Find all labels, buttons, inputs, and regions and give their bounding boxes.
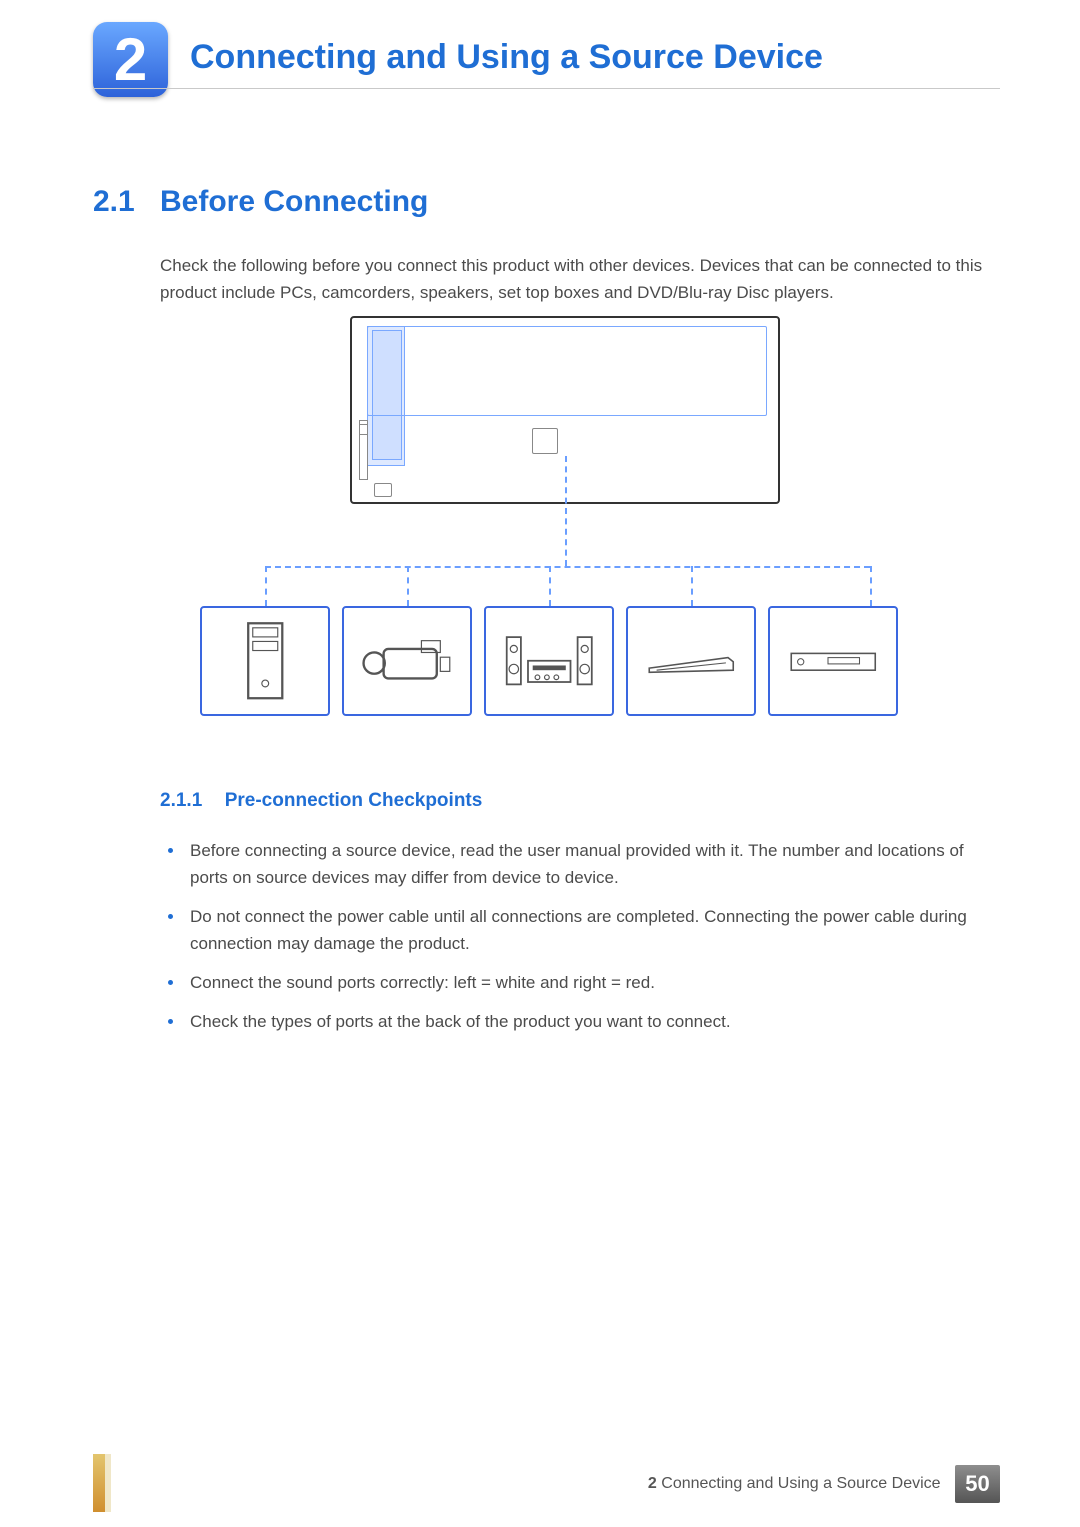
connector-line	[265, 566, 267, 606]
list-item: Check the types of ports at the back of …	[160, 1008, 985, 1035]
list-item: Connect the sound ports correctly: left …	[160, 969, 985, 996]
settop-icon	[644, 621, 739, 701]
pc-tower-icon	[218, 621, 313, 701]
connector-line	[265, 566, 870, 568]
camcorder-icon	[360, 621, 455, 701]
footer-chapter-number: 2	[648, 1475, 657, 1492]
subsection: 2.1.1 Pre-connection Checkpoints Before …	[160, 790, 985, 1047]
device-set-top-box	[626, 606, 756, 716]
port-area-highlight-inner	[372, 330, 402, 460]
page-number-badge: 50	[955, 1465, 1000, 1503]
device-dvd-player	[768, 606, 898, 716]
connector-line	[870, 566, 872, 606]
manual-page: 2 Connecting and Using a Source Device 2…	[0, 0, 1080, 1527]
bottom-port-icon	[374, 483, 392, 497]
connector-line	[565, 456, 567, 566]
device-speaker-system	[484, 606, 614, 716]
connection-diagram	[160, 316, 920, 766]
section-title: Before Connecting	[160, 185, 428, 219]
page-footer: 2 Connecting and Using a Source Device 5…	[93, 1465, 1000, 1503]
footer-chapter-title: Connecting and Using a Source Device	[661, 1475, 940, 1492]
connector-line	[549, 566, 551, 606]
device-pc-tower	[200, 606, 330, 716]
connector-line	[691, 566, 693, 606]
panel-outline	[367, 326, 767, 416]
device-camcorder	[342, 606, 472, 716]
chapter-title: Connecting and Using a Source Device	[190, 38, 823, 77]
list-item: Before connecting a source device, read …	[160, 837, 985, 891]
dvd-icon	[786, 621, 881, 701]
connector-line	[407, 566, 409, 606]
port-icon	[532, 428, 558, 454]
chapter-number-badge: 2	[93, 22, 168, 97]
checkpoint-list: Before connecting a source device, read …	[160, 837, 985, 1035]
divider	[93, 88, 1000, 89]
subsection-number: 2.1.1	[160, 790, 202, 812]
port-strip-icon	[359, 420, 368, 480]
subsection-title: Pre-connection Checkpoints	[225, 790, 483, 812]
section-intro-text: Check the following before you connect t…	[160, 252, 985, 306]
list-item: Do not connect the power cable until all…	[160, 903, 985, 957]
device-row	[200, 606, 898, 716]
section-number: 2.1	[93, 185, 135, 219]
speakers-icon	[502, 621, 597, 701]
